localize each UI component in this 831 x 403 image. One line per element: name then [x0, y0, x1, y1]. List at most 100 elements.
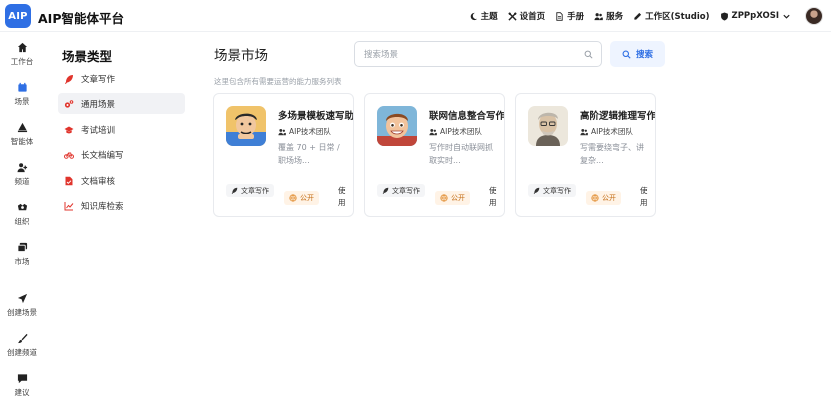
category-title: 场景类型	[62, 49, 113, 64]
set-homepage-button[interactable]: 设首页	[508, 10, 545, 22]
rail-item-org[interactable]: 组织	[0, 202, 44, 227]
card-public-badge: 公开	[586, 191, 621, 205]
scene-card[interactable]: 高阶逻辑推理写作 AIP技术团队 写需要绕弯子、讲复杂... 文章写作 公开 使…	[515, 93, 656, 217]
category-label: 考试培训	[81, 125, 116, 136]
theme-button[interactable]: 主题	[469, 10, 498, 22]
category-item-exam[interactable]: 考试培训	[58, 119, 185, 140]
chart-line-icon	[64, 201, 74, 210]
users-icon	[429, 128, 437, 135]
search-button[interactable]: 搜索	[610, 41, 665, 67]
category-label: 知识库检索	[81, 201, 124, 212]
card-avatar	[377, 106, 417, 146]
sketch-man-icon	[528, 106, 568, 146]
category-item-knowledge[interactable]: 知识库检索	[58, 195, 185, 216]
theme-label: 主题	[480, 12, 498, 22]
card-avatar	[528, 106, 568, 146]
pen-icon	[634, 12, 642, 20]
cartoon-man-icon	[226, 106, 266, 146]
rail-label-workbench: 工作台	[10, 57, 34, 66]
card-team-label: AIP技术团队	[440, 127, 482, 136]
brush-icon	[17, 333, 28, 344]
scene-icon	[17, 82, 27, 92]
rail-item-scene[interactable]: 场景	[0, 82, 44, 107]
search-icon	[584, 50, 593, 59]
rail-item-agent[interactable]: 智能体	[0, 122, 44, 147]
use-button[interactable]: 使用	[338, 185, 348, 209]
card-avatar	[226, 106, 266, 146]
rail-item-workbench[interactable]: 工作台	[0, 42, 44, 67]
manual-label: 手册	[567, 12, 585, 22]
card-team: AIP技术团队	[429, 126, 482, 137]
left-rail: 工作台 场景 智能体 频道 组织 市场 创建场景 创建频道 建议	[0, 32, 44, 403]
globe-icon	[289, 194, 297, 202]
user-name: ZPPpXOSI	[731, 11, 779, 21]
card-description: 写作时自动联网抓取实时...	[429, 143, 493, 165]
rail-label-create-channel: 创建频道	[7, 348, 37, 357]
user-menu-button[interactable]: ZPPpXOSI	[720, 11, 791, 21]
card-tag-label: 文章写作	[241, 186, 269, 195]
shield-icon	[720, 12, 728, 20]
page-title: 场景市场	[214, 48, 268, 64]
search-button-label: 搜索	[635, 50, 653, 60]
category-label: 文档审核	[81, 176, 116, 187]
card-description: 写需要绕弯子、讲复杂...	[580, 143, 644, 165]
send-icon	[17, 293, 27, 304]
card-public-badge: 公开	[284, 191, 319, 205]
rail-label-market: 市场	[14, 257, 30, 266]
service-label: 服务	[606, 12, 624, 22]
channel-icon	[16, 163, 27, 173]
card-tag-label: 文章写作	[543, 186, 571, 195]
card-team: AIP技术团队	[580, 126, 633, 137]
rail-label-suggest: 建议	[14, 388, 30, 397]
app-logo[interactable]: AIP	[5, 4, 31, 28]
rail-label-channel: 频道	[14, 177, 30, 186]
scene-card[interactable]: 多场景模板速写助手 AIP技术团队 覆盖 70 + 日常 / 职场场... 文章…	[213, 93, 354, 217]
tools-icon	[508, 11, 517, 21]
page-subtitle: 这里包含所有需要运营的能力服务列表	[214, 77, 342, 86]
feather-icon	[382, 187, 389, 194]
rail-item-create-scene[interactable]: 创建场景	[0, 293, 44, 318]
category-label: 通用场景	[81, 99, 116, 110]
scene-card[interactable]: 联网信息整合写作 AIP技术团队 写作时自动联网抓取实时... 文章写作 公开 …	[364, 93, 505, 217]
category-item-long-doc[interactable]: 长文档编写	[58, 144, 185, 165]
card-category-tag: 文章写作	[377, 184, 425, 197]
search-input[interactable]	[355, 43, 575, 67]
home-icon	[17, 42, 27, 53]
rail-label-org: 组织	[14, 217, 30, 226]
category-item-review[interactable]: 文档审核	[58, 170, 185, 191]
feather-icon	[65, 74, 73, 84]
rail-label-agent: 智能体	[10, 137, 34, 146]
app-title: AIP智能体平台	[38, 11, 124, 26]
rail-label-create-scene: 创建场景	[7, 308, 37, 317]
card-title: 联网信息整合写作	[429, 111, 505, 122]
search-box	[354, 41, 602, 67]
card-team: AIP技术团队	[278, 126, 331, 137]
service-button[interactable]: 服务	[594, 10, 623, 22]
category-item-general[interactable]: 通用场景	[58, 93, 185, 114]
doc-icon	[556, 11, 563, 21]
rail-item-suggest[interactable]: 建议	[0, 373, 44, 398]
rail-item-market[interactable]: 市场	[0, 242, 44, 267]
card-footer: 文章写作 公开 使用	[528, 184, 648, 207]
rail-item-create-channel[interactable]: 创建频道	[0, 333, 44, 358]
search-icon	[622, 50, 631, 59]
rail-item-channel[interactable]: 频道	[0, 162, 44, 187]
users-icon	[278, 128, 286, 135]
use-button[interactable]: 使用	[640, 185, 650, 209]
avatar[interactable]	[805, 7, 823, 25]
file-check-icon	[65, 176, 73, 185]
card-public-label: 公开	[300, 194, 314, 202]
moon-icon	[470, 12, 477, 20]
users-icon	[580, 128, 588, 135]
use-button[interactable]: 使用	[489, 185, 499, 209]
top-bar: AIP AIP智能体平台 主题 设首页 手册 服务 工作区(Studio) ZP…	[0, 0, 831, 32]
category-item-writing[interactable]: 文章写作	[58, 68, 185, 89]
studio-button[interactable]: 工作区(Studio)	[633, 10, 710, 22]
manual-button[interactable]: 手册	[555, 10, 584, 22]
category-panel: 场景类型 文章写作 通用场景 考试培训 长文档编写 文档审核 知识库检索	[58, 32, 188, 403]
card-public-label: 公开	[451, 194, 465, 202]
bicycle-icon	[64, 152, 74, 159]
card-category-tag: 文章写作	[528, 184, 576, 197]
globe-icon	[440, 194, 448, 202]
card-title: 高阶逻辑推理写作	[580, 111, 656, 122]
